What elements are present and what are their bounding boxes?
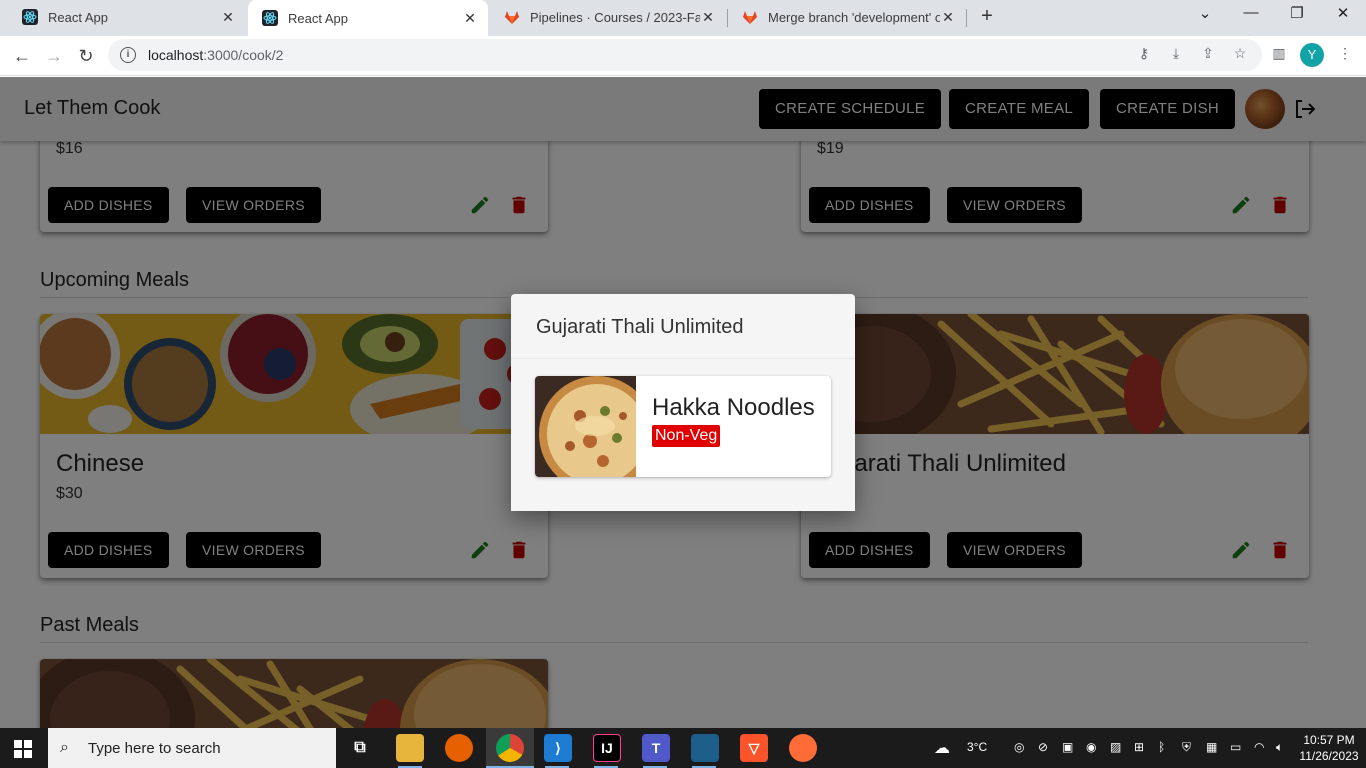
- tab-title: React App: [288, 10, 348, 26]
- wifi-icon[interactable]: ◠: [1254, 740, 1264, 756]
- react-icon: [262, 10, 278, 26]
- back-arrow-icon[interactable]: ←: [10, 44, 34, 68]
- mysql-workbench-icon[interactable]: [691, 734, 719, 762]
- bluetooth-icon[interactable]: ᛒ: [1158, 740, 1165, 756]
- tray-app-icon[interactable]: ◎: [1014, 740, 1024, 756]
- new-tab-button[interactable]: +: [976, 5, 998, 29]
- dialog-title: Gujarati Thali Unlimited: [536, 316, 744, 338]
- taskbar-search-box[interactable]: ⌕ Type here to search: [48, 728, 336, 768]
- chevron-down-icon[interactable]: ⌄: [1182, 4, 1228, 28]
- side-panel-icon[interactable]: ▥: [1270, 45, 1288, 63]
- forward-arrow-icon[interactable]: →: [42, 44, 66, 68]
- browser-tab[interactable]: Pipelines · Courses / 2023-Fall / ... ✕: [490, 0, 726, 34]
- page-viewport: Let Them Cook CREATE SCHEDULE CREATE MEA…: [0, 77, 1366, 728]
- file-explorer-icon[interactable]: [396, 734, 424, 762]
- teams-tray-icon[interactable]: ▣: [1062, 740, 1073, 756]
- close-icon[interactable]: ✕: [700, 9, 716, 26]
- tray-app-icon[interactable]: ⊘: [1038, 740, 1048, 756]
- tray-app-icon[interactable]: ⊞: [1134, 740, 1144, 756]
- url-host: localhost: [148, 47, 204, 63]
- task-view-icon[interactable]: ⧉: [346, 734, 374, 762]
- chrome-icon[interactable]: [496, 734, 524, 762]
- teams-icon[interactable]: T: [642, 734, 670, 762]
- star-icon[interactable]: ☆: [1231, 45, 1249, 63]
- info-icon[interactable]: i: [120, 47, 136, 63]
- tab-separator: [966, 9, 967, 27]
- volume-icon[interactable]: 🔈︎: [1276, 740, 1283, 756]
- gitlab-icon: [505, 11, 519, 24]
- meal-dishes-dialog: Gujarati Thali Unlimited Hakka Noodles N…: [511, 294, 855, 511]
- close-icon[interactable]: ✕: [462, 10, 478, 27]
- share-icon[interactable]: ⇪: [1199, 45, 1217, 63]
- close-icon[interactable]: ✕: [220, 9, 236, 26]
- more-menu-icon[interactable]: ⋮: [1336, 45, 1354, 63]
- tray-app-icon[interactable]: ▦: [1206, 740, 1217, 756]
- security-icon[interactable]: ⛨: [1182, 740, 1191, 756]
- clock-date: 11/26/2023: [1299, 749, 1359, 763]
- tray-app-icon[interactable]: ▨: [1110, 740, 1121, 756]
- postman-icon[interactable]: [789, 734, 817, 762]
- tab-title: Pipelines · Courses / 2023-Fall / ...: [530, 9, 700, 25]
- tray-app-icon[interactable]: ◉: [1086, 740, 1096, 756]
- address-bar[interactable]: i localhost:3000/cook/2: [108, 39, 1262, 71]
- windows-taskbar: ⌕ Type here to search ⧉ ⟩ IJ T ▽ ☁ 3°C ◎…: [0, 728, 1366, 768]
- windows-start-icon[interactable]: [14, 740, 32, 758]
- window-close-button[interactable]: ✕: [1320, 4, 1366, 28]
- brave-icon[interactable]: ▽: [740, 734, 768, 762]
- browser-toolbar: ← → ↻ i localhost:3000/cook/2 ⚷ ⤓ ⇪ ☆ ▥ …: [0, 36, 1366, 76]
- profile-avatar[interactable]: Y: [1300, 43, 1324, 67]
- search-placeholder: Type here to search: [88, 739, 221, 757]
- react-icon: [22, 9, 38, 25]
- tab-title: React App: [48, 9, 108, 25]
- browser-tab[interactable]: React App ✕: [8, 0, 246, 34]
- restore-button[interactable]: ❐: [1274, 4, 1320, 28]
- intellij-icon[interactable]: IJ: [593, 734, 621, 762]
- reload-icon[interactable]: ↻: [74, 44, 98, 68]
- clock-time: 10:57 PM: [1303, 733, 1355, 747]
- gitlab-icon: [743, 11, 757, 24]
- url-path: :3000/cook/2: [203, 47, 284, 63]
- taskbar-clock[interactable]: 10:57 PM 11/26/2023: [1298, 732, 1360, 764]
- tab-title: Merge branch 'development' of...: [768, 9, 940, 25]
- battery-icon[interactable]: ▭: [1230, 740, 1241, 756]
- vscode-icon[interactable]: ⟩: [544, 734, 572, 762]
- install-icon[interactable]: ⤓: [1167, 45, 1185, 63]
- firefox-icon[interactable]: [445, 734, 473, 762]
- dish-image-pizza: [535, 376, 636, 477]
- search-icon: ⌕: [60, 739, 69, 756]
- dialog-content: Hakka Noodles Non-Veg: [511, 358, 855, 511]
- key-icon[interactable]: ⚷: [1135, 45, 1153, 63]
- browser-tab-active[interactable]: React App ✕: [248, 0, 488, 36]
- dish-card[interactable]: Hakka Noodles Non-Veg: [535, 376, 831, 477]
- weather-cloud-icon[interactable]: ☁: [934, 738, 950, 757]
- weather-temperature[interactable]: 3°C: [967, 740, 987, 756]
- url-text[interactable]: localhost:3000/cook/2: [148, 47, 283, 63]
- browser-tab[interactable]: Merge branch 'development' of... ✕: [728, 0, 966, 34]
- minimize-button[interactable]: —: [1228, 4, 1274, 28]
- close-icon[interactable]: ✕: [940, 9, 956, 26]
- dish-type-badge: Non-Veg: [652, 425, 721, 447]
- dish-name: Hakka Noodles: [652, 394, 815, 421]
- browser-tab-strip: React App ✕ React App ✕ Pipelines · Cour…: [0, 0, 1366, 36]
